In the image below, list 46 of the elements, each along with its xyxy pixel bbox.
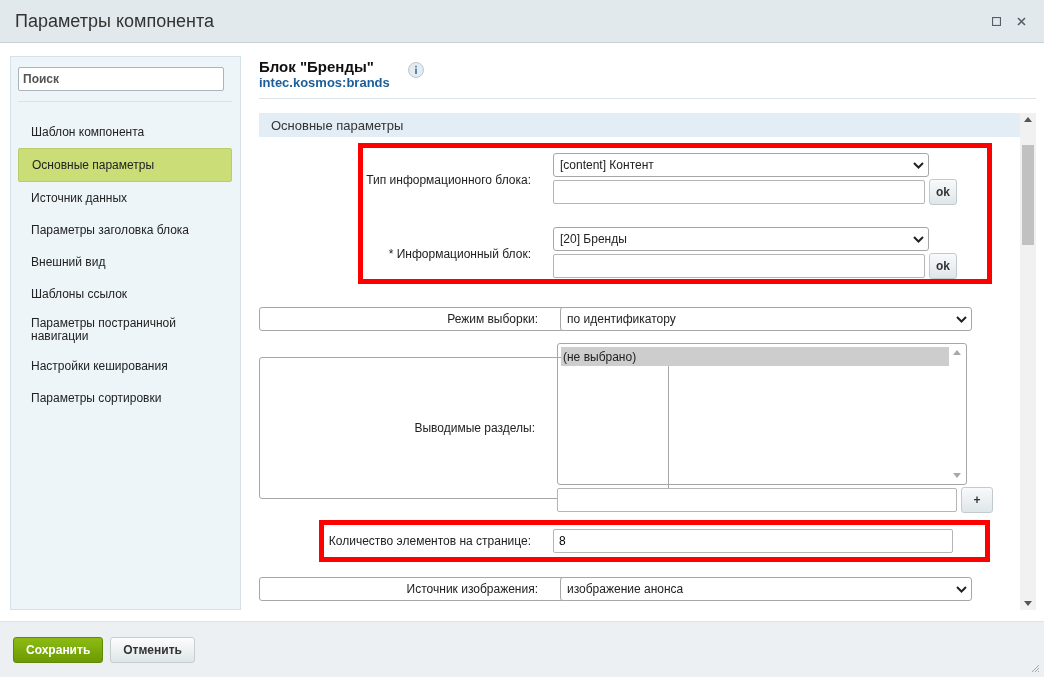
- dropdown[interactable]: изображение анонса: [560, 577, 972, 601]
- component-title: Блок "Бренды": [259, 58, 375, 75]
- list-option[interactable]: (не выбрано): [561, 347, 949, 366]
- section-header: Основные параметры: [259, 113, 1020, 137]
- sidebar-item[interactable]: Параметры сортировки: [18, 382, 232, 414]
- chevron-icon: [913, 235, 924, 243]
- search-field[interactable]: Поиск: [18, 67, 224, 91]
- chevron-icon: [956, 585, 967, 593]
- sidebar-item[interactable]: Основные параметры: [18, 148, 232, 182]
- chevron-icon: [956, 315, 967, 323]
- dropdown[interactable]: по идентификатору: [560, 307, 972, 331]
- sidebar-item[interactable]: Шаблон компонента: [18, 116, 232, 148]
- sidebar-item[interactable]: Шаблоны ссылок: [18, 278, 232, 310]
- scrollbar[interactable]: [1020, 113, 1036, 610]
- field-label: Режим выборки:: [446, 312, 538, 326]
- field-label: Тип информационного блока:: [365, 172, 531, 187]
- info-icon[interactable]: [407, 62, 424, 78]
- input-field[interactable]: [553, 180, 925, 204]
- ok-button[interactable]: ok: [929, 179, 957, 205]
- input-field[interactable]: 8: [553, 529, 953, 553]
- scrollbar-thumb[interactable]: [1022, 145, 1034, 245]
- add-button[interactable]: +: [961, 487, 993, 513]
- sidebar-item[interactable]: Настройки кеширования: [18, 350, 232, 382]
- close-icon[interactable]: [1017, 16, 1026, 26]
- cancel-button[interactable]: Отменить: [110, 636, 195, 663]
- chevron-icon: [913, 161, 924, 169]
- dropdown[interactable]: [content] Контент: [553, 153, 929, 177]
- resize-grip-icon[interactable]: [1030, 663, 1040, 673]
- field-label: Количество элементов на странице:: [327, 534, 531, 548]
- sidebar-item[interactable]: Внешний вид: [18, 246, 232, 278]
- ok-button[interactable]: ok: [929, 253, 957, 279]
- sidebar-item[interactable]: Параметры заголовка блока: [18, 214, 232, 246]
- input-field[interactable]: [557, 488, 957, 512]
- window-title: Параметры компонента: [15, 10, 215, 32]
- field-label: Источник изображения:: [405, 582, 538, 596]
- list-box[interactable]: (не выбрано): [557, 343, 967, 485]
- input-field[interactable]: [553, 254, 925, 278]
- field-label: * Информационный блок:: [387, 246, 531, 261]
- field-label: Выводимые разделы:: [413, 421, 535, 435]
- component-code: intec.kosmos:brands: [259, 75, 390, 90]
- scroll-up-icon[interactable]: [1024, 117, 1032, 122]
- scroll-down-icon[interactable]: [1024, 601, 1032, 606]
- sidebar-item[interactable]: Источник данных: [18, 182, 232, 214]
- dropdown[interactable]: [20] Бренды: [553, 227, 929, 251]
- sidebar-item[interactable]: Параметры постраничной навигации: [18, 310, 232, 350]
- maximize-icon[interactable]: [992, 16, 1001, 26]
